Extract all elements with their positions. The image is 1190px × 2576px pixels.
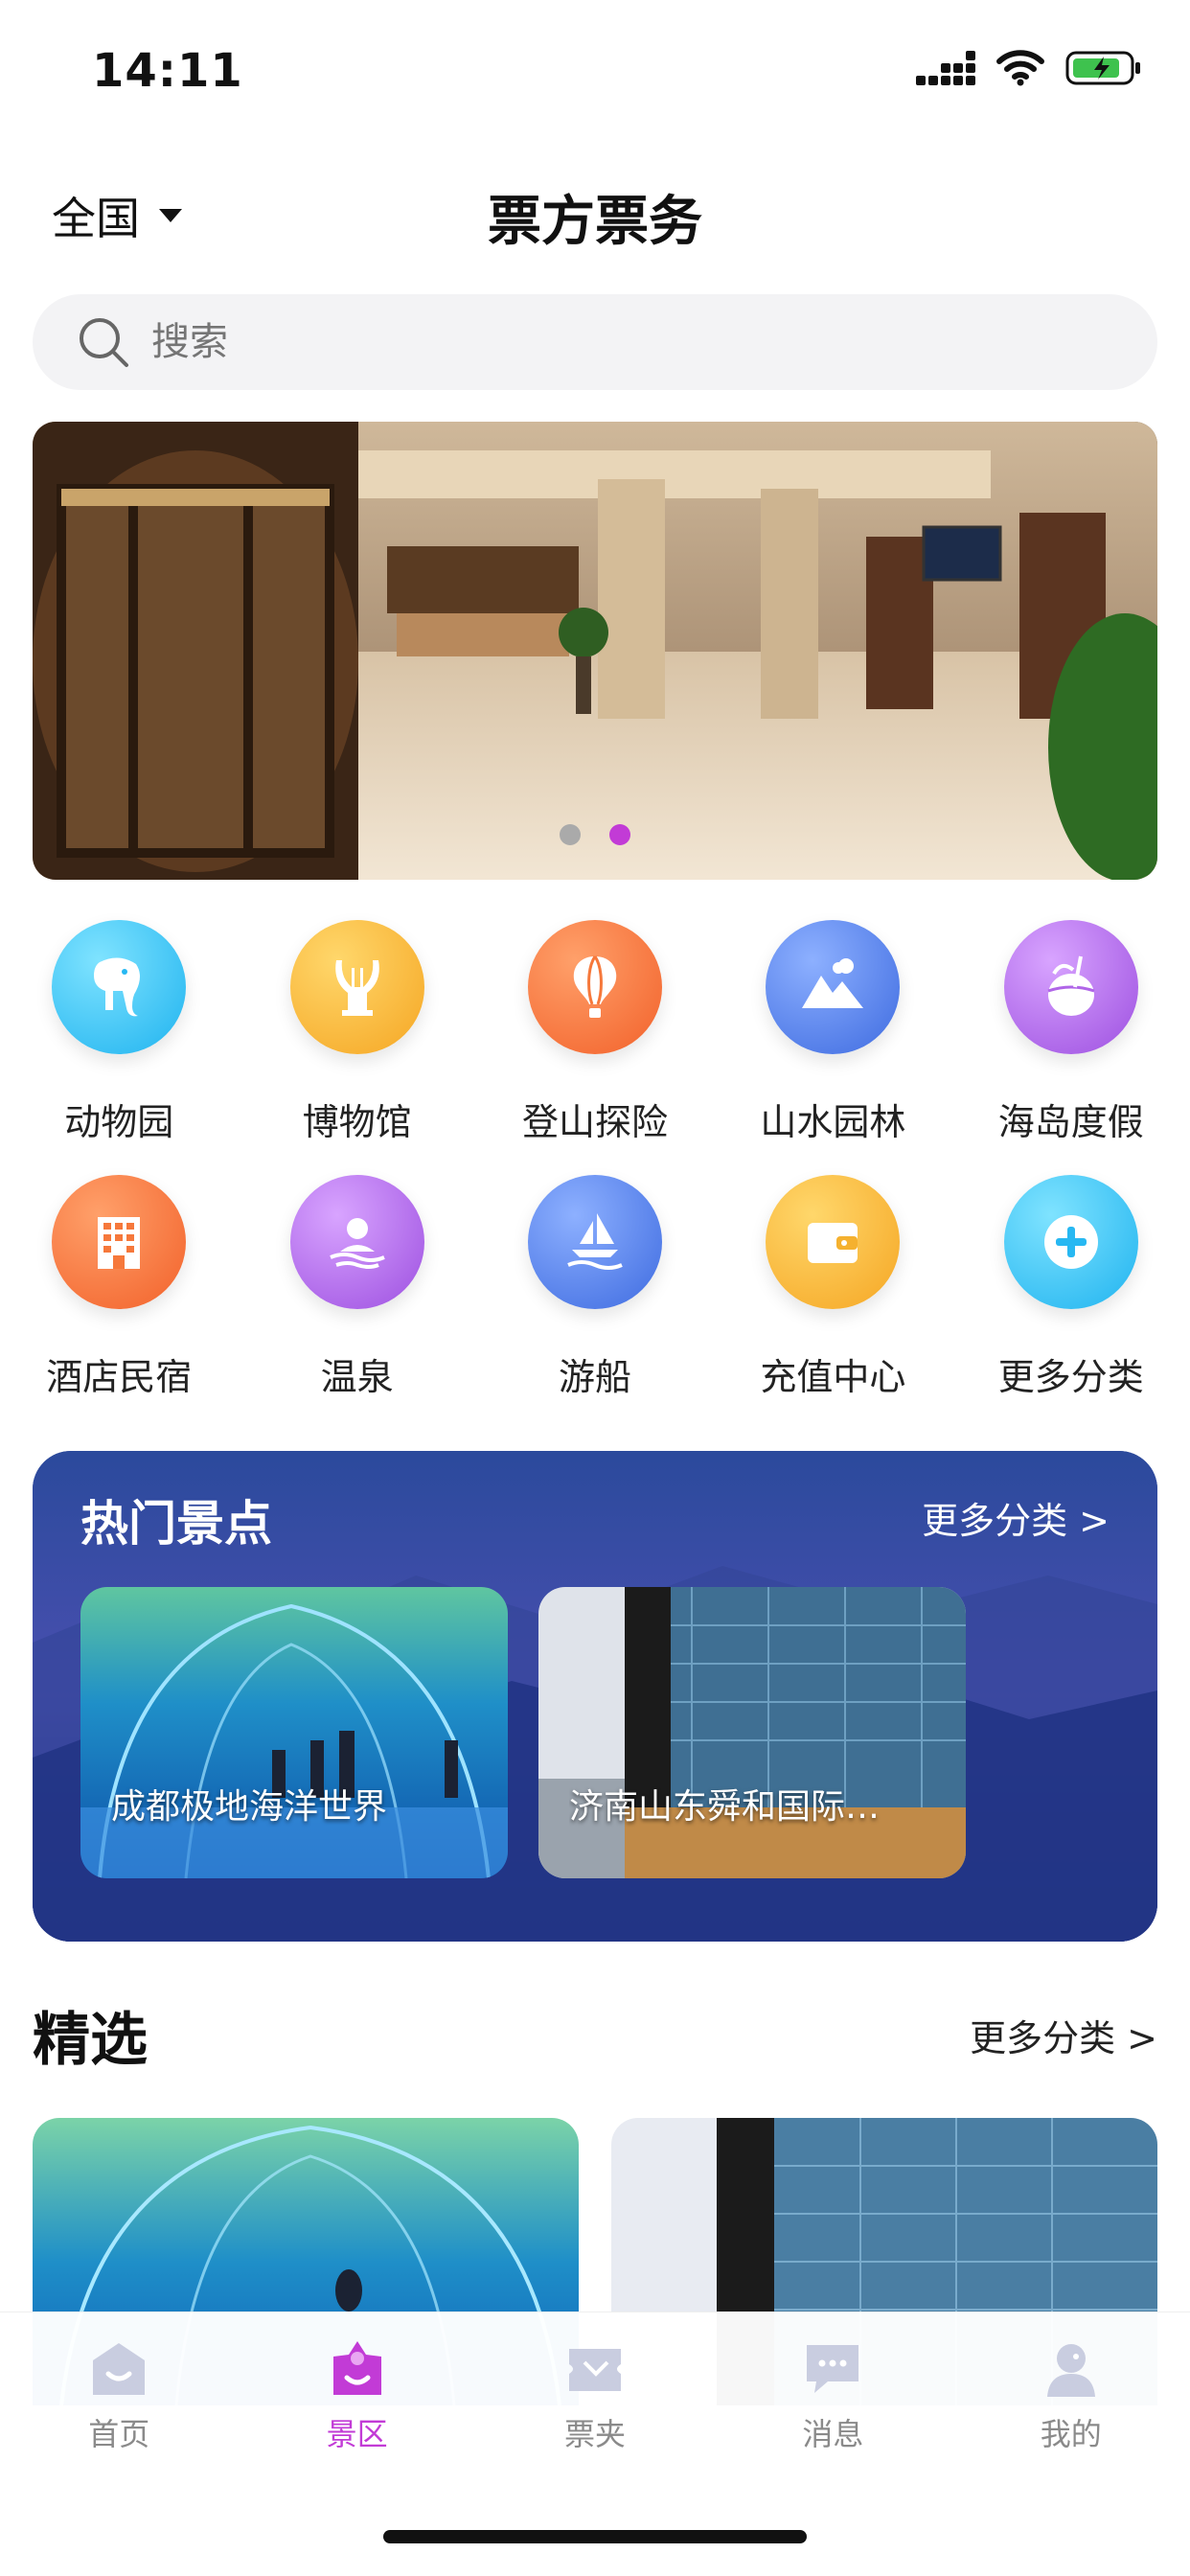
- category-label: 海岛度假: [997, 1101, 1144, 1143]
- page-title: 票方票务: [488, 191, 702, 253]
- hotel-building-icon: [52, 1175, 187, 1309]
- category-hotel[interactable]: 酒店民宿: [0, 1175, 238, 1430]
- message-icon: [807, 2345, 859, 2393]
- tab-label: 景区: [326, 2416, 388, 2452]
- header: 全国 票方票务: [0, 163, 1190, 259]
- tab-tickets[interactable]: 票夹: [476, 2337, 714, 2456]
- scenic-area-icon: [332, 2341, 381, 2395]
- hotel-image: [538, 1587, 966, 1878]
- coconut-drink-icon: [1003, 920, 1138, 1054]
- category-island[interactable]: 海岛度假: [952, 920, 1190, 1175]
- home-indicator[interactable]: [383, 2530, 807, 2543]
- tab-label: 首页: [88, 2416, 150, 2452]
- category-recharge[interactable]: 充值中心: [714, 1175, 951, 1430]
- category-cruise[interactable]: 游船: [476, 1175, 714, 1430]
- elephant-icon: [52, 920, 187, 1054]
- tab-profile[interactable]: 我的: [952, 2337, 1190, 2456]
- sailboat-icon: [527, 1175, 662, 1309]
- pagination-dot-active[interactable]: [609, 824, 630, 845]
- category-grid: 动物园 博物馆 登山探险 山水园林 海岛度假 酒店民宿 温泉 游船 充值中心 更…: [0, 920, 1190, 1430]
- hot-spots-section: 热门景点 更多分类 > 成都极地海洋世界 济南山东舜和国际…: [33, 1451, 1157, 1942]
- status-icons: [916, 50, 1142, 86]
- category-label: 动物园: [64, 1101, 174, 1143]
- banner-image: [33, 422, 1157, 880]
- aquarium-image: [80, 1587, 508, 1878]
- search-icon: [80, 318, 128, 367]
- wifi-icon: [996, 50, 1044, 86]
- category-climbing[interactable]: 登山探险: [476, 920, 714, 1175]
- category-landscape[interactable]: 山水园林: [714, 920, 951, 1175]
- hot-spot-card[interactable]: 济南山东舜和国际…: [538, 1587, 966, 1878]
- hot-spot-name: 济南山东舜和国际…: [569, 1787, 881, 1827]
- tab-label: 消息: [802, 2416, 864, 2452]
- category-label: 游船: [558, 1356, 631, 1398]
- category-label: 温泉: [320, 1356, 394, 1398]
- category-label: 博物馆: [302, 1101, 412, 1143]
- wallet-icon: [766, 1175, 901, 1309]
- status-time: 14:11: [92, 44, 243, 98]
- category-label: 山水园林: [760, 1101, 906, 1143]
- featured-title: 精选: [33, 2007, 148, 2074]
- home-icon: [93, 2343, 146, 2395]
- museum-lyre-icon: [289, 920, 424, 1054]
- search-bar[interactable]: [33, 294, 1157, 390]
- cellular-signal-icon: [916, 51, 975, 85]
- hot-spots-title: 热门景点: [80, 1496, 272, 1552]
- hot-spots-more-link[interactable]: 更多分类 >: [922, 1491, 1110, 1544]
- mountain-icon: [766, 920, 901, 1054]
- tab-home[interactable]: 首页: [0, 2337, 238, 2456]
- category-label: 酒店民宿: [46, 1356, 193, 1398]
- profile-icon: [1046, 2344, 1095, 2397]
- tab-label: 我的: [1040, 2416, 1102, 2452]
- category-more[interactable]: 更多分类: [952, 1175, 1190, 1430]
- tab-messages[interactable]: 消息: [714, 2337, 951, 2456]
- category-label: 充值中心: [760, 1356, 906, 1398]
- tab-label: 票夹: [563, 2416, 626, 2452]
- search-input[interactable]: [151, 320, 1014, 364]
- battery-charging-icon: [1065, 51, 1140, 85]
- banner-carousel[interactable]: [33, 422, 1157, 880]
- hot-air-balloon-icon: [527, 920, 662, 1054]
- hot-spot-card[interactable]: 成都极地海洋世界: [80, 1587, 508, 1878]
- hot-spot-name: 成都极地海洋世界: [111, 1787, 388, 1827]
- category-label: 更多分类: [997, 1356, 1144, 1398]
- ticket-icon: [568, 2349, 621, 2391]
- category-hot-spring[interactable]: 温泉: [238, 1175, 475, 1430]
- status-bar: 14:11: [0, 0, 1190, 144]
- hot-spring-icon: [289, 1175, 424, 1309]
- category-museum[interactable]: 博物馆: [238, 920, 475, 1175]
- pagination-dot[interactable]: [560, 824, 581, 845]
- category-zoo[interactable]: 动物园: [0, 920, 238, 1175]
- banner-pagination: [33, 824, 1157, 845]
- plus-circle-icon: [1003, 1175, 1138, 1309]
- category-label: 登山探险: [521, 1101, 668, 1143]
- featured-more-link[interactable]: 更多分类 >: [970, 2009, 1157, 2061]
- tab-scenic[interactable]: 景区: [238, 2337, 475, 2456]
